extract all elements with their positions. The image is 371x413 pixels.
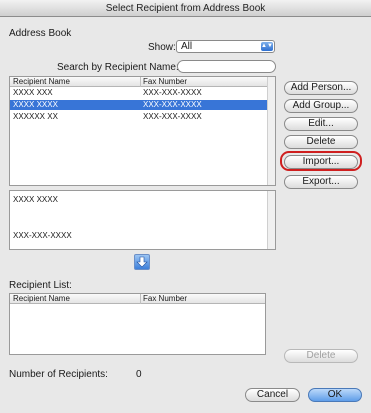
show-select-value: All [181, 41, 193, 52]
recipient-list-table-header: Recipient Name Fax Number [10, 294, 265, 304]
row-fax-number: XXX-XXX-XXXX [143, 88, 202, 97]
address-book-heading: Address Book [9, 28, 72, 39]
search-label: Search by Recipient Name: [57, 62, 179, 73]
row-fax-number: XXX-XXX-XXXX [143, 112, 202, 121]
arrow-down-icon [136, 256, 148, 268]
search-input[interactable] [177, 60, 276, 73]
details-scrollbar[interactable] [267, 191, 275, 249]
row-fax-number: XXX-XXX-XXXX [143, 100, 202, 109]
recipient-list-table[interactable]: Recipient Name Fax Number [9, 293, 266, 355]
column-header-fax-number[interactable]: Fax Number [143, 294, 187, 304]
column-header-recipient-name[interactable]: Recipient Name [13, 294, 70, 304]
column-divider [140, 77, 141, 87]
recipient-list-heading: Recipient List: [9, 280, 72, 291]
column-header-fax-number[interactable]: Fax Number [143, 77, 187, 87]
import-highlight-ring: Import... [280, 151, 362, 171]
details-fax-number: XXX-XXX-XXXX [13, 231, 72, 240]
address-book-table-header: Recipient Name Fax Number [10, 77, 275, 87]
export-button[interactable]: Export... [284, 175, 358, 189]
cancel-button[interactable]: Cancel [245, 388, 300, 402]
import-button[interactable]: Import... [284, 155, 358, 169]
delete-button[interactable]: Delete [284, 135, 358, 149]
table-row-selected[interactable]: XXXX XXXX XXX-XXX-XXXX [10, 100, 275, 110]
row-recipient-name: XXXX XXX [13, 88, 53, 97]
add-group-button[interactable]: Add Group... [284, 99, 358, 113]
address-book-scrollbar[interactable] [267, 77, 275, 185]
address-book-table[interactable]: Recipient Name Fax Number XXXX XXX XXX-X… [9, 76, 276, 186]
recipient-count-value: 0 [136, 369, 142, 380]
add-person-button[interactable]: Add Person... [284, 81, 358, 95]
show-select[interactable]: All ▲▼ [176, 40, 275, 53]
row-recipient-name: XXXX XXXX [13, 100, 58, 109]
delete-recipient-button[interactable]: Delete [284, 349, 358, 363]
recipient-details-box: XXXX XXXX XXX-XXX-XXXX [9, 190, 276, 250]
details-recipient-name: XXXX XXXX [13, 195, 58, 204]
up-down-arrows-icon: ▲▼ [261, 42, 273, 51]
row-recipient-name: XXXXXX XX [13, 112, 58, 121]
edit-button[interactable]: Edit... [284, 117, 358, 131]
table-row[interactable]: XXXX XXX XXX-XXX-XXXX [10, 88, 275, 98]
window-title: Select Recipient from Address Book [0, 0, 371, 17]
show-label: Show: [148, 42, 176, 53]
recipient-count-label: Number of Recipients: [9, 369, 108, 380]
table-row[interactable]: XXXXXX XX XXX-XXX-XXXX [10, 112, 275, 122]
column-divider [140, 294, 141, 304]
add-to-recipient-list-button[interactable] [134, 254, 150, 270]
ok-button[interactable]: OK [308, 388, 362, 402]
column-header-recipient-name[interactable]: Recipient Name [13, 77, 70, 87]
